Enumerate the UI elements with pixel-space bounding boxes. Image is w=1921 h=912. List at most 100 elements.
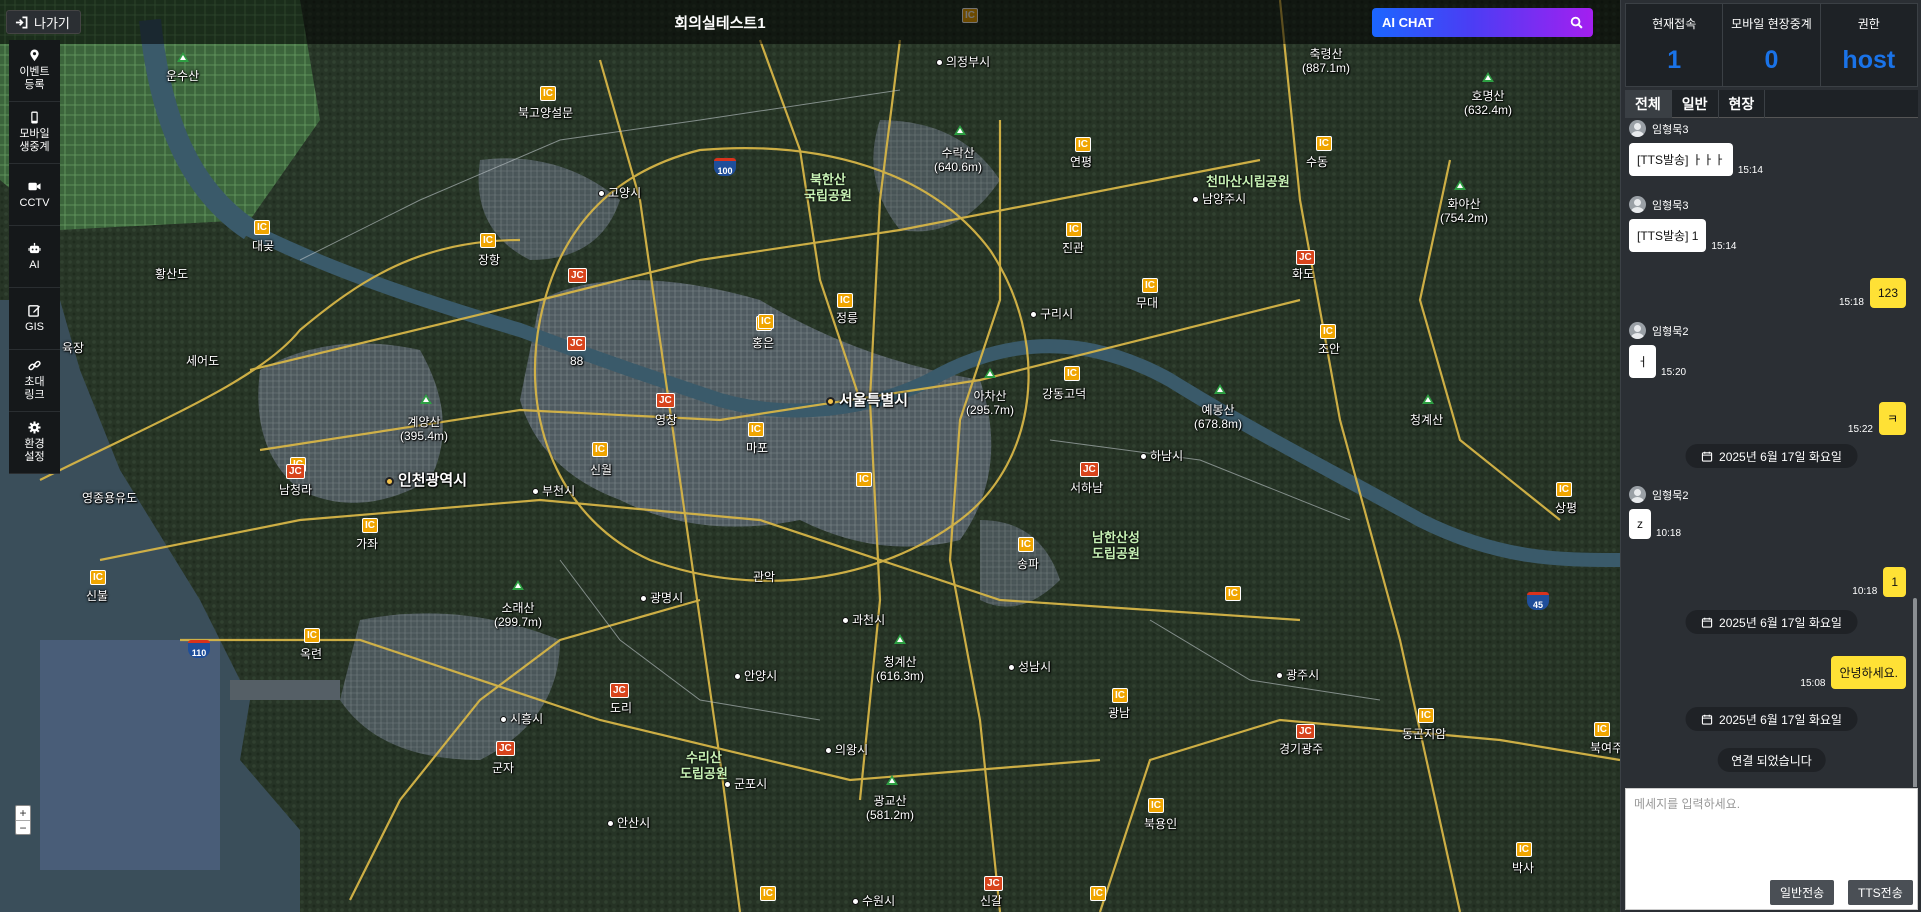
junction-icon: JC [656,393,675,408]
mountain-icon [954,125,966,135]
map-place: 무대 [1136,296,1159,310]
interchange-icon: IC [1316,136,1332,151]
ai-chat-search[interactable]: AI CHAT [1372,8,1593,37]
junction-icon: JC [568,268,587,283]
tab-general[interactable]: 일반 [1672,90,1719,118]
junction-icon: JC [1296,724,1315,739]
map-mountain: 운수산 [166,69,200,83]
mountain-icon [420,394,432,404]
interchange-icon: IC [856,472,872,487]
stat-label: 모바일 현장중계 [1731,17,1812,31]
map-place: 도리 [610,701,633,715]
stat-label: 현재접속 [1652,17,1697,31]
mountain-icon [1482,72,1494,82]
map-mountain: 청계산 [1410,413,1444,427]
tool-label: 초대 링크 [24,376,45,401]
interchange-icon: IC [254,220,270,235]
map-place: 대곶 [252,239,275,253]
map-place: 정릉 [836,311,859,325]
message-bubble: [TTS발송] ㅏㅏㅏ [1629,143,1733,176]
interchange-icon: IC [1516,842,1532,857]
map-place: 수동 [1306,155,1329,169]
map-place: 신월 [590,463,613,477]
chat-message: 임형묵3 [TTS발송] ㅏㅏㅏ 15:14 [1629,120,1763,176]
system-message: 연결 되었습니다 [1717,748,1826,772]
stat-role: 권한 host [1821,4,1917,86]
send-tts-button[interactable]: TTS전송 [1848,880,1913,905]
tool-label: 환경 설정 [24,438,45,463]
message-input[interactable] [1626,789,1917,869]
map-mountain: 축령산 (887.1m) [1302,47,1351,75]
tool-event-register[interactable]: 이벤트 등록 [9,40,60,102]
message-time: 15:14 [1737,165,1763,176]
map-place: 관악 [753,570,776,584]
send-normal-button[interactable]: 일반전송 [1770,880,1835,905]
highway-shield-icon: 100 [714,158,736,176]
interchange-icon: IC [1090,886,1106,901]
interchange-icon: IC [1066,222,1082,237]
tab-all[interactable]: 전체 [1625,90,1672,118]
tool-gis[interactable]: GIS [9,288,60,350]
chat-scrollbar[interactable] [1913,598,1917,787]
map-mountain: 광교산 (581.2m) [866,794,915,822]
tool-ai[interactable]: AI [9,226,60,288]
tool-invite-link[interactable]: 초대 링크 [9,350,60,412]
map-mountain: 계양산 (395.4m) [400,415,449,443]
map-place: 부천시 [532,484,575,499]
tool-cctv[interactable]: CCTV [9,164,60,226]
mountain-icon [1422,394,1434,404]
gear-icon [28,421,41,434]
map-place: 가좌 [356,537,379,551]
interchange-icon: IC [304,628,320,643]
map-place: 신갈 [980,894,1003,908]
chat-message: 임형묵3 [TTS발송] 1 15:14 [1629,196,1736,252]
map-city-seoul: 서울특별시 [826,392,908,409]
interchange-icon: IC [592,442,608,457]
chat-message: 임형묵2 ㅓ 15:20 [1629,322,1688,378]
tool-mobile-live[interactable]: 모바일 생중계 [9,102,60,164]
interchange-icon: IC [837,293,853,308]
chat-messages[interactable]: 임형묵3 [TTS발송] ㅏㅏㅏ 15:14 임형묵3 [TTS발송] 1 15:1… [1625,118,1918,787]
map-place: 육장 [62,341,85,355]
highway-shield-icon: 110 [188,640,210,658]
stat-value: host [1842,46,1896,74]
tab-field[interactable]: 현장 [1719,90,1766,118]
map-place: 세어도 [186,354,220,368]
map-place: 의정부시 [936,55,990,70]
message-bubble: z [1629,509,1651,539]
calendar-icon [1701,617,1712,628]
interchange-icon: IC [758,314,774,329]
message-bubble: [TTS발송] 1 [1629,219,1707,252]
zoom-in-button[interactable]: + [16,806,30,820]
mountain-icon [984,368,996,378]
tool-label: 이벤트 등록 [19,66,50,91]
zoom-control: + − [15,805,31,835]
map-place: 화도 [1292,267,1315,281]
stat-value: 0 [1764,46,1779,74]
zoom-out-button[interactable]: − [16,820,30,835]
map-place: 마포 [746,441,769,455]
map-place: 안양시 [734,669,777,684]
map-mountain: 화야산 (754.2m) [1440,197,1489,225]
map-place: 고양시 [598,186,641,201]
room-title: 회의실테스트1 [674,15,766,32]
map-view[interactable]: 서울특별시 인천광역시 의정부시 고양시 남양주시 구리시 하남시 부천시 광명… [0,0,1620,912]
interchange-icon: IC [1018,537,1034,552]
map-place: 영종용유도 [82,491,138,505]
stat-value: 1 [1667,46,1682,74]
message-bubble: ㅓ [1629,345,1657,378]
side-panel: 현재접속 1 모바일 현장중계 0 권한 host 전체 일반 현장 임형묵3 … [1620,0,1921,912]
search-icon[interactable] [1570,16,1583,29]
date-text: 2025년 6월 17일 화요일 [1719,712,1842,727]
map-place: 광주시 [1276,668,1319,683]
map-place: 영창 [655,413,678,427]
message-time: 15:22 [1847,424,1873,435]
interchange-icon: IC [1064,366,1080,381]
map-place: 동곤지암 [1402,727,1447,741]
tool-settings[interactable]: 환경 설정 [9,412,60,474]
junction-icon: JC [286,464,305,479]
avatar [1629,196,1646,213]
tool-sidebar: 이벤트 등록 모바일 생중계 CCTV AI GIS 초대 링크 환경 설정 [9,40,60,474]
mountain-icon [1214,384,1226,394]
junction-icon: JC [610,683,629,698]
